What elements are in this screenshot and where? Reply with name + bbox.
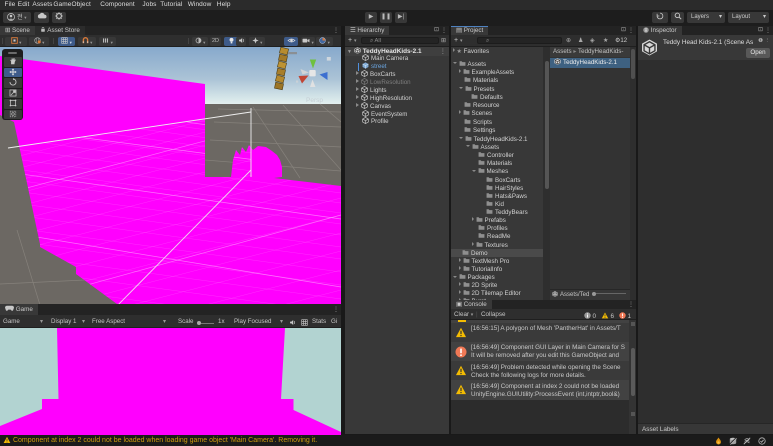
svg-text:Persp: Persp: [306, 97, 323, 104]
